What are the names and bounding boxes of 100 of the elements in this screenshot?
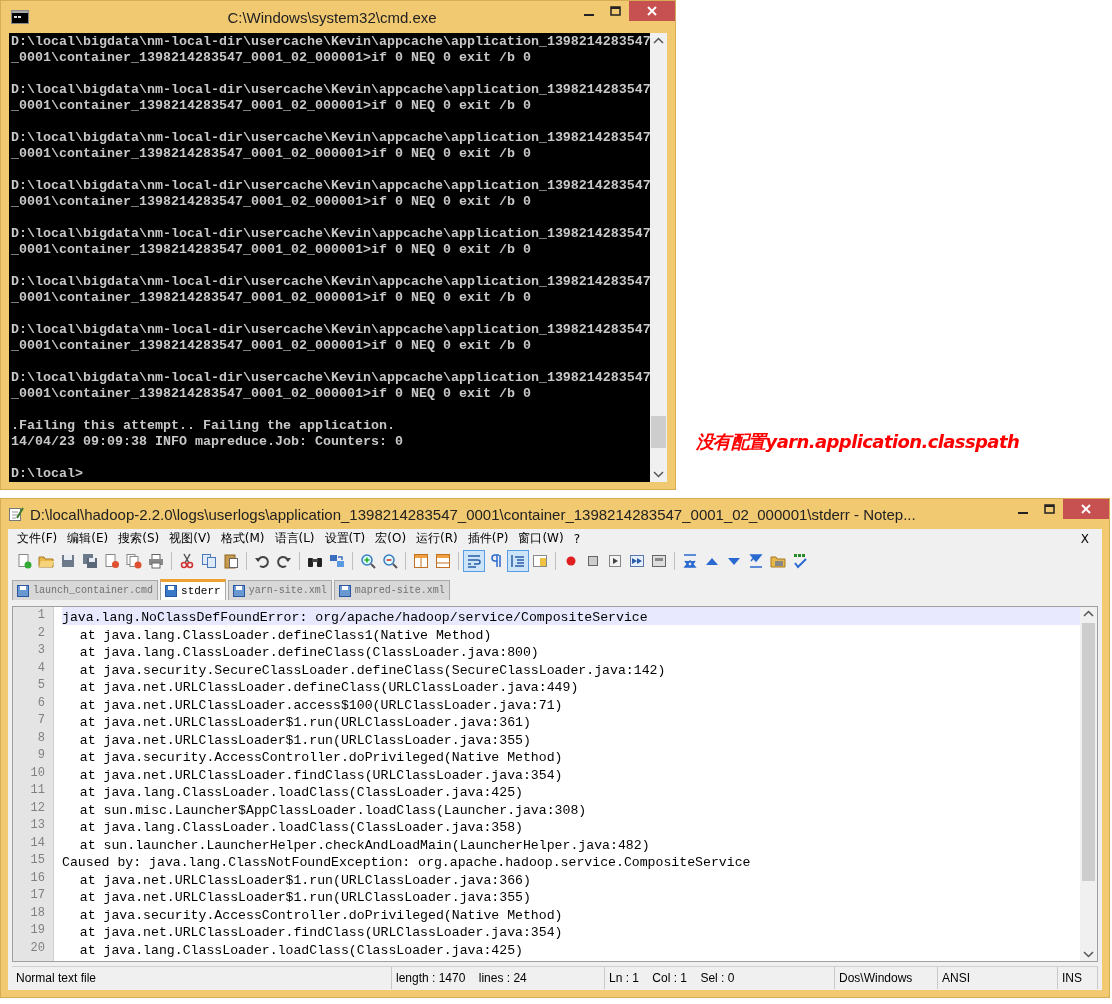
annotation: 没有配置yarn.application.classpath [696, 431, 1020, 452]
close-icon [1081, 504, 1091, 514]
menu-item[interactable]: 搜索(S) [113, 530, 165, 547]
scrollbar[interactable] [1080, 607, 1097, 961]
line-number: 10 [29, 764, 46, 782]
code-line: at sun.launcher.LauncherHelper.checkAndLoadMain(LauncherHelper.java:482) [78, 837, 650, 853]
code-line: at java.net.URLClassLoader$1.run(URLClassLoader.java:355) [78, 890, 531, 905]
status-text: ANSI [938, 967, 1058, 989]
close-all-icon [126, 553, 142, 569]
word-wrap-icon [466, 553, 482, 569]
line-number: 7 [36, 712, 46, 729]
line-number: 20 [29, 939, 46, 957]
line-number: 11 [29, 782, 46, 799]
console-line: D:\local\bigdata\nm-local-dir\usercache\Kevin\appcache\application_1398214283547 [11, 226, 650, 241]
line-number: 16 [29, 869, 46, 887]
maximize-icon [610, 6, 621, 16]
line-number: 13 [29, 817, 46, 834]
console-icon [11, 10, 29, 24]
split-vertical-icon [413, 553, 429, 569]
code-line: at sun.misc.Launcher$AppClassLoader.loadClass(Launcher.java:308) [78, 802, 587, 818]
line-number: 1 [36, 607, 46, 624]
console-line: D:\local\bigdata\nm-local-dir\usercache\Kevin\appcache\application_1398214283547 [11, 130, 650, 145]
split-horizontal-icon [435, 553, 451, 569]
line-number: 14 [29, 834, 46, 852]
close-button[interactable] [1063, 499, 1109, 519]
console-line: _0001\container_1398214283547_0001_02_000001>if 0 NEQ 0 exit /b 0 [11, 242, 531, 257]
menu-item[interactable]: 语言(L) [269, 530, 320, 547]
line-number: 18 [29, 904, 46, 922]
indent-guide-button[interactable] [507, 550, 529, 572]
new-file-icon [16, 553, 32, 569]
console-line: D:\local\bigdata\nm-local-dir\usercache\Kevin\appcache\application_1398214283547 [11, 322, 650, 337]
scrollbar[interactable] [650, 33, 667, 482]
word-wrap-button[interactable] [463, 550, 485, 572]
tab[interactable]: yarn-site.xml [227, 580, 332, 600]
menu-item[interactable]: 文件(F) [12, 530, 63, 547]
pilcrow-icon [488, 553, 504, 569]
code-line: at java.net.URLClassLoader.defineClass(URLClassLoader.java:449) [78, 680, 579, 695]
line-number: 17 [29, 887, 46, 904]
line-number: 2 [36, 624, 46, 642]
code-line: Caused by: java.lang.ClassNotFoundException: org.apache.hadoop.service.CompositeService [62, 855, 751, 870]
line-number: 6 [36, 694, 46, 712]
menu-item[interactable]: 视图(V) [164, 530, 216, 547]
menu-item[interactable]: 运行(R) [411, 530, 463, 547]
tab[interactable]: mapred-site.xml [333, 580, 450, 600]
line-number: 5 [36, 677, 46, 694]
console-line: D:\local\bigdata\nm-local-dir\usercache\Kevin\appcache\application_1398214283547 [11, 82, 650, 97]
spellcheck-icon [792, 553, 808, 569]
menu-item[interactable]: 格式(M) [215, 530, 270, 547]
line-number: 12 [29, 799, 46, 817]
console-line: _0001\container_1398214283547_0001_02_000001>if 0 NEQ 0 exit /b 0 [11, 146, 531, 161]
console-line: D:\local\bigdata\nm-local-dir\usercache\Kevin\appcache\application_1398214283547 [11, 34, 650, 49]
console-line: _0001\container_1398214283547_0001_02_000001>if 0 NEQ 0 exit /b 0 [11, 386, 531, 401]
zoom-in-icon [360, 553, 376, 569]
code-line: at java.net.URLClassLoader.findClass(URLClassLoader.java:354) [78, 925, 563, 940]
line-number: 3 [36, 642, 46, 659]
tab[interactable]: stderr [160, 579, 226, 600]
tab[interactable]: launch_container.cmd [12, 580, 159, 600]
console-line: _0001\container_1398214283547_0001_02_000001>if 0 NEQ 0 exit /b 0 [11, 194, 531, 209]
code-line: at java.lang.ClassLoader.defineClass(ClassLoader.java:800) [78, 645, 539, 660]
menu-item[interactable]: 窗口(W) [513, 530, 569, 547]
menu-item[interactable]: ? [568, 531, 585, 546]
console-line: .Failing this attempt.. Failing the application. [11, 418, 395, 433]
console-line: _0001\container_1398214283547_0001_02_000001>if 0 NEQ 0 exit /b 0 [11, 338, 531, 353]
save-icon [60, 553, 76, 569]
console-line: D:\local> [11, 466, 83, 481]
close-button[interactable] [629, 1, 675, 21]
close-document-button[interactable]: X [1075, 531, 1094, 546]
console-line: 14/04/23 09:09:38 INFO mapreduce.Job: Counters: 0 [11, 434, 403, 449]
scroll-thumb[interactable] [1082, 623, 1095, 881]
fast-forward-icon [629, 553, 645, 569]
close-file-icon [104, 553, 120, 569]
menu-item[interactable]: 插件(P) [462, 530, 514, 547]
notepad-icon [8, 506, 24, 522]
code-line: at java.net.URLClassLoader$1.run(URLClassLoader.java:366) [78, 872, 531, 888]
menu-item[interactable]: 设置(T) [319, 530, 371, 547]
menu-item[interactable]: 宏(O) [370, 530, 412, 547]
paste-icon [223, 553, 239, 569]
status-text: INS [1058, 967, 1098, 989]
scissors-icon [179, 553, 195, 569]
code-line: at java.security.AccessController.doPrivileged(Native Method) [78, 750, 563, 765]
code-line: at java.security.SecureClassLoader.defineClass(SecureClassLoader.java:142) [78, 662, 666, 678]
code-line: at java.lang.ClassLoader.loadClass(ClassLoader.java:425) [78, 785, 523, 800]
code-line: at java.net.URLClassLoader$1.run(URLClassLoader.java:361) [78, 715, 531, 730]
window-title: C:\Windows\system32\cmd.exe [226, 8, 438, 26]
menu-item[interactable]: 编辑(E) [62, 530, 114, 547]
save-icon [338, 584, 351, 597]
line-number: 4 [36, 659, 46, 677]
open-folder-icon [38, 553, 54, 569]
line-number: 9 [36, 747, 46, 764]
copy-icon [201, 553, 217, 569]
line-number: 8 [36, 729, 46, 747]
undo-icon [254, 553, 270, 569]
status-text: Ln : 1 Col : 1 Sel : 0 [605, 967, 835, 989]
save-icon [165, 585, 178, 597]
document-map-icon [532, 553, 548, 569]
indent-guide-icon [510, 553, 526, 569]
code-line: at java.net.URLClassLoader.findClass(URLClassLoader.java:354) [78, 767, 563, 783]
scroll-thumb[interactable] [651, 416, 666, 448]
code-line: at java.net.URLClassLoader$1.run(URLClassLoader.java:355) [78, 732, 531, 748]
code-line: at java.net.URLClassLoader.access$100(URLClassLoader.java:71) [78, 697, 563, 713]
